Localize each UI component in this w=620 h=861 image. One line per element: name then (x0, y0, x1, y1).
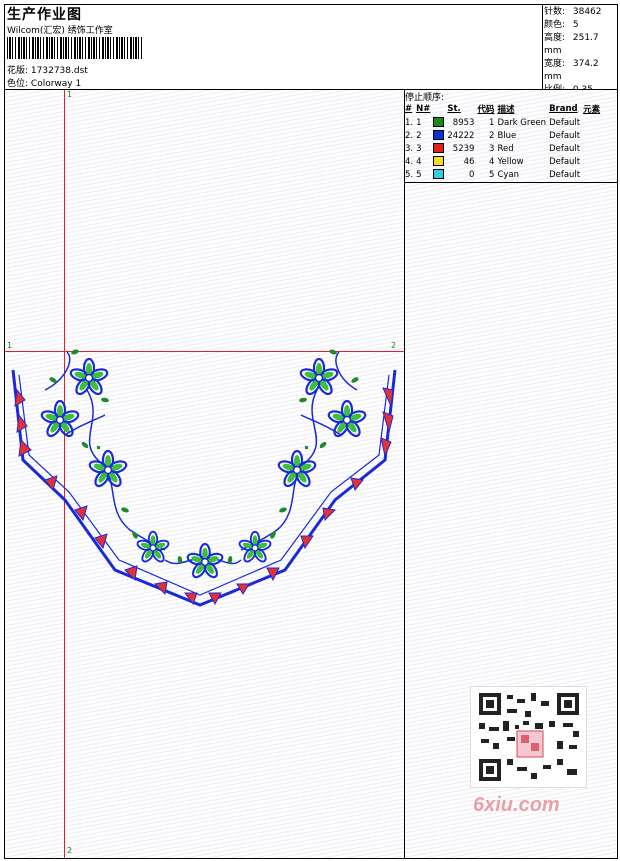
table-row: 2. 2 24222 2 Blue Default (405, 129, 603, 142)
row-code: 2 (489, 130, 495, 141)
row-n: 2 (416, 130, 422, 141)
colorway-value: Colorway 1 (30, 79, 82, 89)
production-sheet: 生产作业图 Wilcom(汇宏) 绣饰工作室 花版: 1732738.dst 色… (4, 4, 618, 859)
company-name: Wilcom(汇宏) 绣饰工作室 (7, 26, 113, 36)
row-code: 3 (489, 143, 495, 154)
row-brand: Default (549, 143, 581, 154)
row-code: 1 (489, 117, 495, 128)
row-n: 3 (416, 143, 422, 154)
row-index: 1. (405, 117, 414, 128)
row-index: 5. (405, 169, 414, 180)
row-description: Dark Green (497, 117, 547, 128)
body: 1 2 1 2 停止顺序: # N# St. 代码 描述 Brand 元素 1.… (5, 90, 617, 858)
row-element (583, 155, 603, 168)
qr-code (470, 686, 587, 788)
table-row: 4. 4 46 4 Yellow Default (405, 155, 603, 168)
col-code: 代码 (477, 104, 495, 115)
stat-stitches: 针数: 38462 (544, 7, 602, 17)
row-brand: Default (549, 156, 581, 167)
divider (405, 182, 617, 183)
page-title: 生产作业图 (7, 7, 82, 23)
col-brand: Brand (549, 103, 578, 114)
row-brand: Default (549, 117, 581, 128)
row-element (583, 142, 603, 155)
stat-colors: 颜色: 5 (544, 20, 579, 30)
stats-panel: 针数: 38462 颜色: 5 高度: 251.7 mm 宽度: 374.2 m… (544, 6, 617, 97)
watermark-logo: 6xiu.com (473, 794, 560, 816)
row-code: 5 (489, 169, 495, 180)
swatch-icon (433, 117, 445, 128)
row-n: 1 (416, 117, 422, 128)
colorway-label: 色位: (7, 79, 29, 89)
stat-width: 宽度: 374.2 mm (544, 59, 599, 82)
row-n: 5 (416, 169, 422, 180)
row-element (583, 129, 603, 142)
col-element: 元素 (583, 104, 601, 115)
col-n: N# (416, 103, 431, 114)
row-index: 2. (405, 130, 414, 141)
col-index: # (405, 103, 413, 114)
row-stitches: 5239 (452, 143, 475, 154)
color-swatch (433, 155, 447, 168)
qr-code-image (479, 693, 579, 781)
table-header-row: # N# St. 代码 描述 Brand 元素 (405, 102, 603, 116)
row-description: Blue (497, 130, 517, 141)
header: 生产作业图 Wilcom(汇宏) 绣饰工作室 花版: 1732738.dst 色… (5, 5, 617, 95)
color-swatch (433, 142, 447, 155)
swatch-icon (433, 169, 445, 180)
row-stitches: 8953 (452, 117, 475, 128)
design-row: 花版: 1732738.dst (7, 63, 88, 76)
row-description: Red (497, 143, 514, 154)
row-code: 4 (489, 156, 495, 167)
swatch-icon (433, 143, 445, 154)
row-element (583, 168, 603, 181)
swatch-icon (433, 130, 445, 141)
design-canvas: 1 2 1 2 (5, 90, 405, 858)
row-brand: Default (549, 130, 581, 141)
col-desc: 描述 (497, 104, 515, 115)
col-stitches: St. (447, 103, 461, 114)
row-element (583, 116, 603, 129)
row-index: 4. (405, 156, 414, 167)
swatch-icon (433, 156, 445, 167)
row-stitches: 24222 (447, 130, 475, 141)
table-row: 3. 3 5239 3 Red Default (405, 142, 603, 155)
stat-height: 高度: 251.7 mm (544, 33, 599, 56)
row-description: Cyan (497, 169, 519, 180)
side-panel: 停止顺序: # N# St. 代码 描述 Brand 元素 1. 1 8953 1 Da… (405, 90, 617, 858)
barcode (7, 37, 143, 59)
row-description: Yellow (497, 156, 524, 167)
row-stitches: 46 (463, 156, 475, 167)
row-brand: Default (549, 169, 581, 180)
color-swatch (433, 116, 447, 129)
stop-sequence-table: # N# St. 代码 描述 Brand 元素 1. 1 8953 1 Dark Gre… (405, 102, 603, 181)
table-row: 1. 1 8953 1 Dark Green Default (405, 116, 603, 129)
color-swatch (433, 129, 447, 142)
colorway-row: 色位: Colorway 1 (7, 76, 81, 89)
design-label: 花版: (7, 66, 29, 76)
embroidery-design (11, 348, 397, 607)
header-info: 生产作业图 Wilcom(汇宏) 绣饰工作室 花版: 1732738.dst 色… (5, 5, 543, 89)
row-n: 4 (416, 156, 422, 167)
color-swatch (433, 168, 447, 181)
row-stitches: 0 (469, 169, 475, 180)
design-value: 1732738.dst (30, 66, 88, 76)
table-row: 5. 5 0 5 Cyan Default (405, 168, 603, 181)
row-index: 3. (405, 143, 414, 154)
